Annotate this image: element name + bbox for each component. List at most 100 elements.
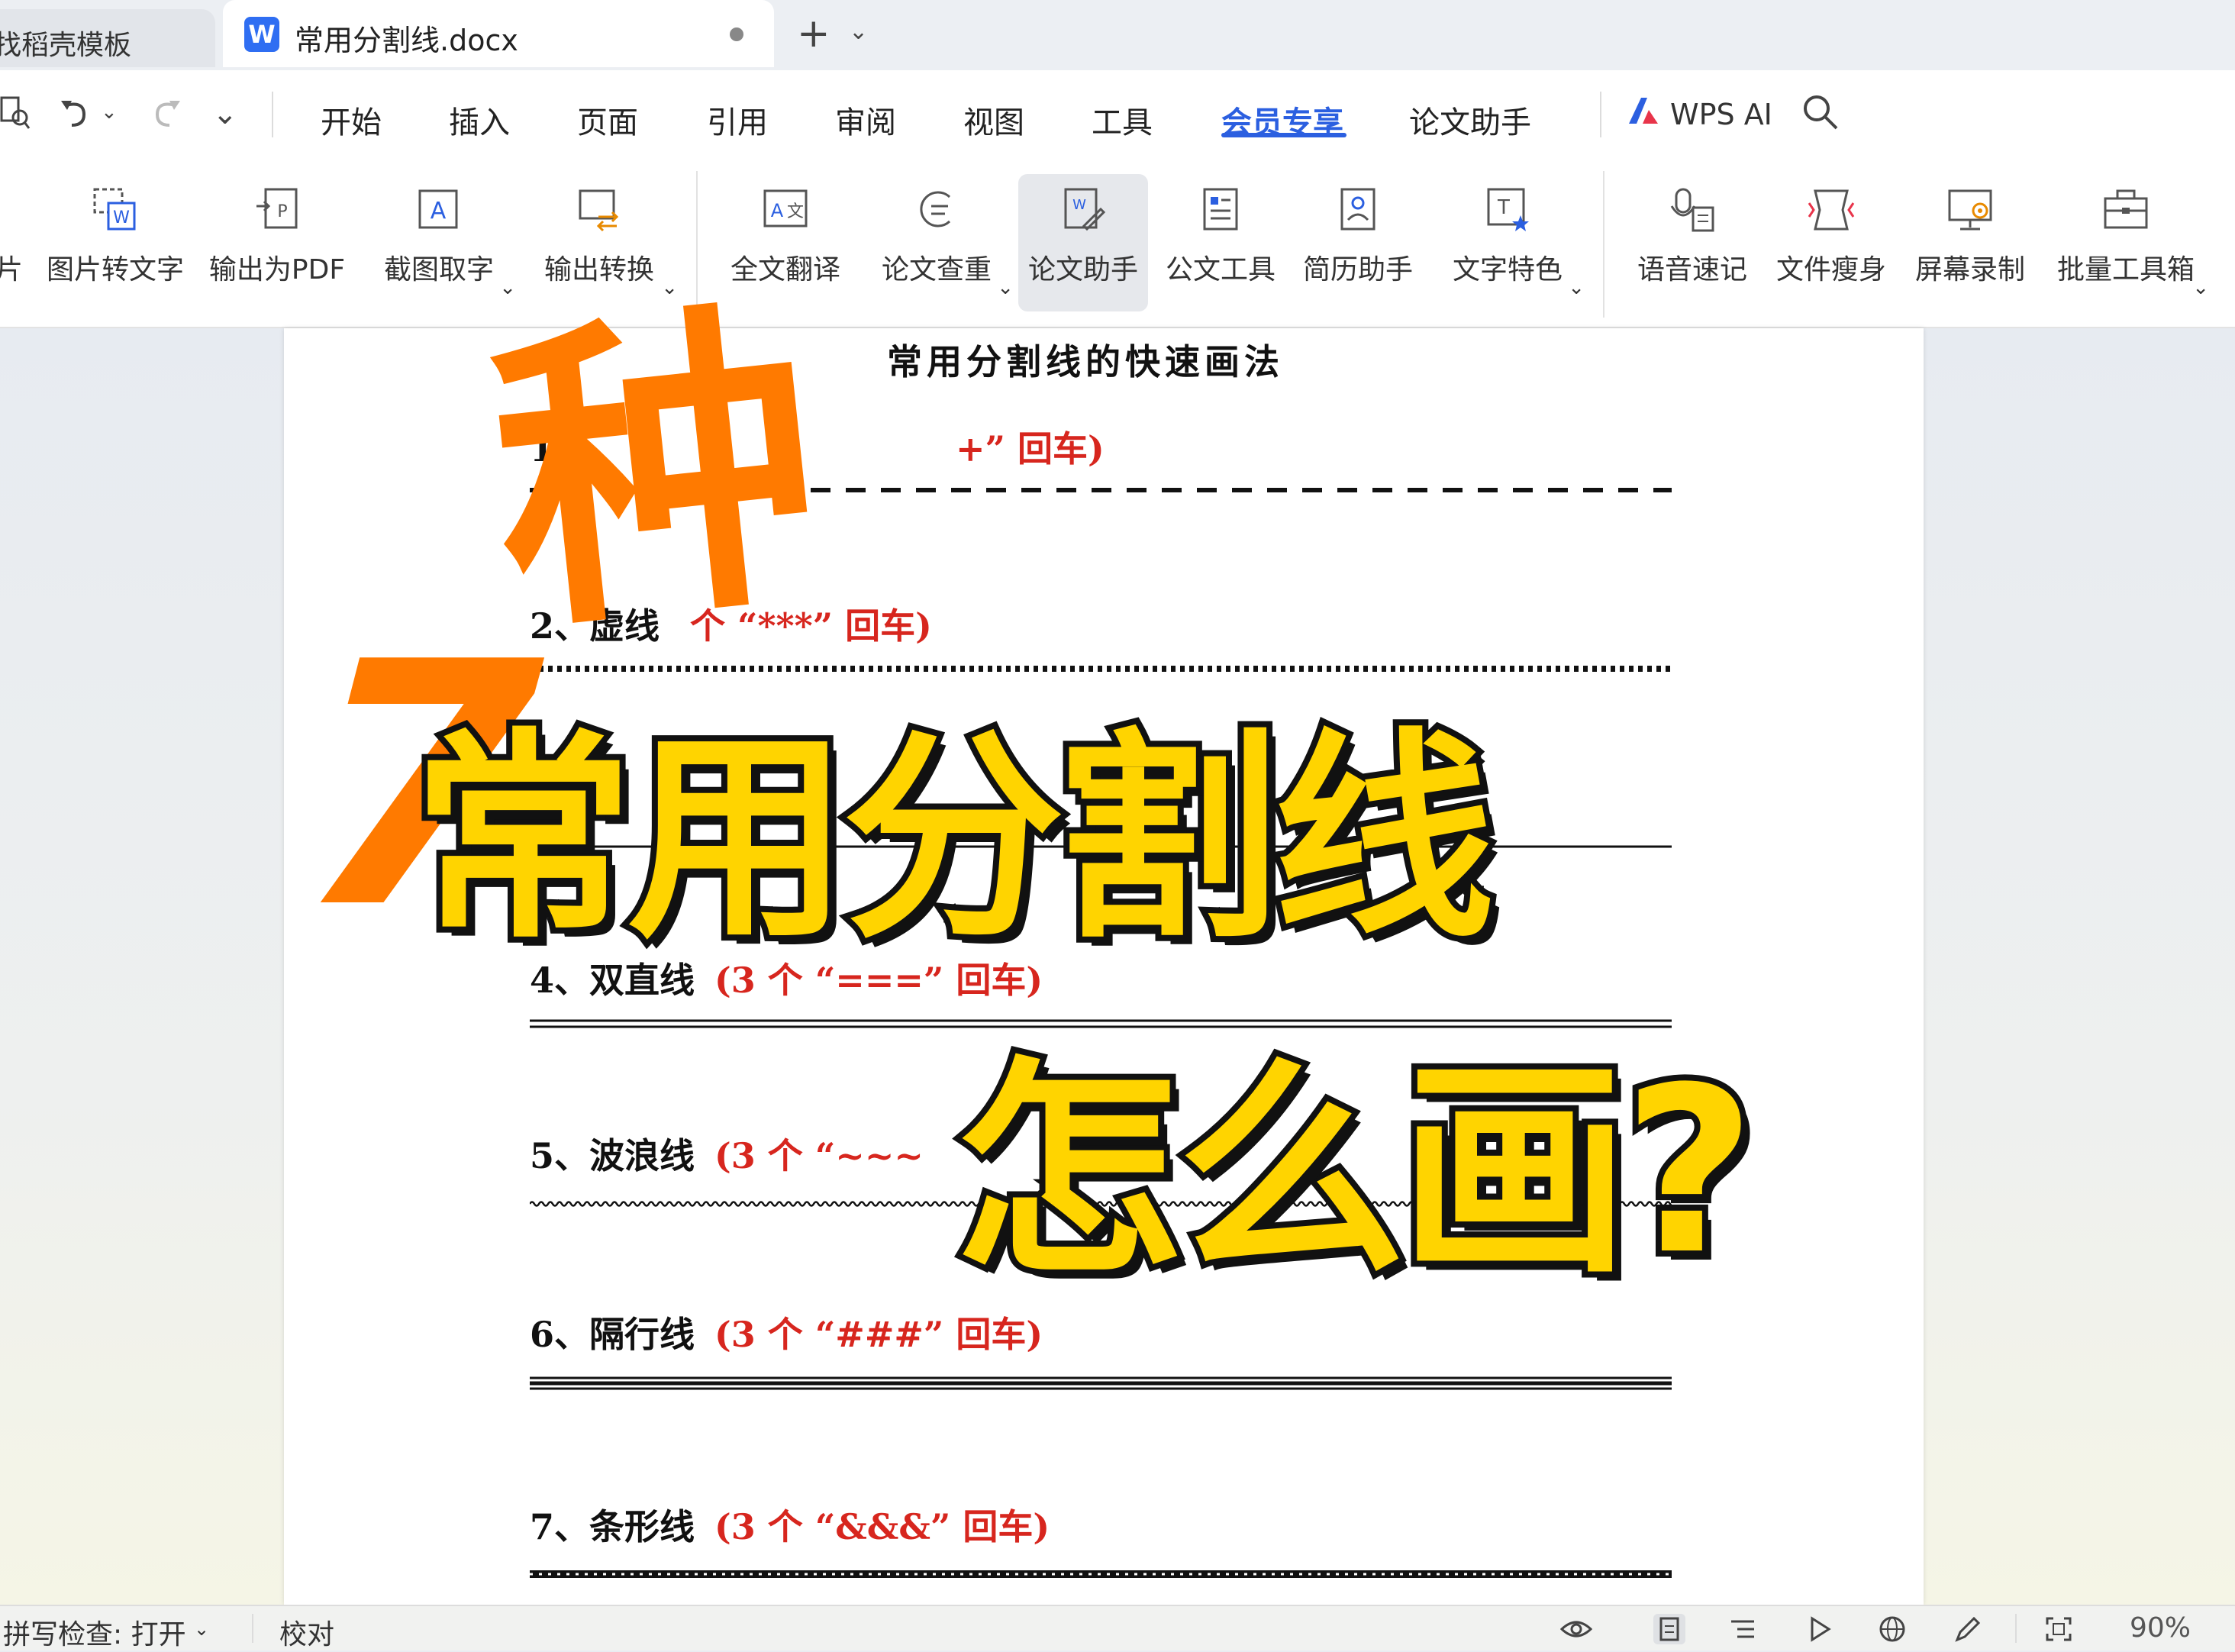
new-tab-chevron-down-icon[interactable]: ⌄ [849,18,868,45]
chevron-down-icon: ⌄ [1568,276,1585,299]
toolbox-icon [2104,189,2148,229]
list-item: 7、条形线 (3 个 “&&&” 回车) [530,1499,1050,1550]
ribbon-label: 截图取字 [383,254,494,286]
fit-screen-icon[interactable] [2043,1614,2075,1644]
tab-strip: 找稻壳模板 W 常用分割线.docx + ⌄ [0,0,2235,70]
ribbon-image-to-text[interactable]: W 图片转文字 [43,174,188,311]
ribbon-plagiarism-check[interactable]: 论文查重 ⌄ [864,174,1014,311]
ribbon-document-tool[interactable]: 公文工具 [1163,174,1278,311]
export-pdf-icon: P [256,188,298,229]
menu-page[interactable]: 页面 [577,98,638,142]
overlay-title-line1: 常用分割线 [406,711,1501,968]
tab-template[interactable]: 找稻壳模板 [0,9,215,67]
ribbon-picture[interactable]: 片 [0,174,24,311]
play-icon[interactable] [1803,1614,1835,1644]
new-tab-plus-icon[interactable]: + [797,11,830,56]
page-view-icon[interactable] [1653,1614,1685,1644]
double-line [530,1019,1672,1028]
ribbon-label: 片 [0,254,23,286]
item-hint: (3 个 “###” 回车) [714,1314,1043,1355]
ribbon-toolbox[interactable]: 批量工具箱 ⌄ [2046,174,2209,311]
item-hint: (3 个 “~~~ [714,1135,924,1176]
svg-text:W: W [1072,197,1086,213]
ribbon-label: 文字特色 [1452,254,1563,286]
menu-start[interactable]: 开始 [321,98,382,142]
ribbon-label: 输出为PDF [208,254,346,286]
chevron-down-icon: ⌄ [499,276,516,299]
word-doc-icon: W [244,17,279,52]
svg-text:T: T [1497,196,1510,219]
divider [1600,92,1601,137]
ribbon-label: 批量工具箱 [2056,254,2195,286]
menu-tools[interactable]: 工具 [1092,98,1153,142]
undo-icon[interactable] [58,95,92,128]
undo-chevron-down-icon[interactable]: ⌄ [101,101,118,124]
document-work-area[interactable]: 常用分割线的快速画法 1、 +” 回车) 2、虚线个 “***” 回车) 4、双直… [0,270,2235,1605]
ribbon-text-feature[interactable]: T 文字特色 ⌄ [1435,174,1585,311]
ribbon-label: 语音速记 [1637,254,1747,286]
item-number: 6、 [530,1314,590,1355]
ribbon-export-pdf[interactable]: P 输出为PDF [205,174,350,311]
screen-record-icon [1948,189,1992,231]
redo-icon[interactable] [150,95,183,128]
triple-line [530,1376,1672,1390]
outline-view-icon[interactable] [1727,1614,1759,1644]
search-icon[interactable] [1798,90,1844,136]
text-feature-icon: T [1487,188,1529,231]
picture-icon [0,183,24,237]
divider [252,1614,253,1643]
menu-references[interactable]: 引用 [707,98,768,142]
menu-bar: ⌄ ⌄ 开始 插入 页面 引用 审阅 视图 工具 会员专享 论文助手 WPS A… [0,70,2235,159]
spell-check-chevron-down-icon[interactable]: ⌄ [194,1618,209,1640]
tab-document-label: 常用分割线.docx [295,24,518,57]
item-name: 隔行线 [589,1314,695,1355]
dotted-line [530,666,1672,672]
menu-paper-assistant[interactable]: 论文助手 [1409,98,1531,142]
list-item: 6、隔行线 (3 个 “###” 回车) [530,1307,1043,1357]
ribbon-screenshot-ocr[interactable]: A 截图取字 ⌄ [366,174,516,311]
tab-document[interactable]: W 常用分割线.docx [223,0,774,67]
spell-check-toggle[interactable]: 拼写检查: 打开 [3,1612,186,1652]
print-preview-icon[interactable] [0,93,31,131]
overlay-kinds-text: 种 [477,270,836,676]
svg-text:文: 文 [787,202,804,221]
voice-note-icon [1670,188,1714,232]
ribbon-screen-record[interactable]: 屏幕录制 [1905,174,2035,311]
screenshot-ocr-icon: A [418,189,458,229]
divider [2015,1614,2017,1643]
menu-view[interactable]: 视图 [963,98,1024,142]
item-number: 7、 [530,1506,590,1547]
ribbon-label: 论文助手 [1027,254,1138,286]
paper-assistant-icon: W [1064,188,1106,231]
item-hint: (3 个 “&&&” 回车) [714,1506,1050,1547]
ribbon-paper-assistant[interactable]: W 论文助手 [1018,174,1148,311]
ribbon-voice-note[interactable]: 语音速记 [1627,174,1757,311]
image-to-text-icon: W [93,188,136,231]
ribbon-file-slim[interactable]: 文件瘦身 [1766,174,1896,311]
item-hint: +” 回车) [956,428,1105,469]
resume-icon [1340,188,1376,231]
ribbon-toolbar: 片 W 图片转文字 P 输出为PDF A 截图取字 ⌄ 输出转换 ⌄ A 文 全… [0,159,2235,328]
ribbon-label: 屏幕录制 [1914,254,2025,286]
more-chevron-down-icon[interactable]: ⌄ [212,96,238,131]
eye-icon[interactable] [1560,1614,1592,1644]
unsaved-dot-icon[interactable] [730,27,743,41]
pen-icon[interactable] [1951,1614,1983,1644]
plagiarism-check-icon [920,191,951,227]
proofread-button[interactable]: 校对 [279,1612,334,1652]
svg-text:A: A [771,200,784,221]
menu-insert[interactable]: 插入 [449,98,510,142]
list-item: 5、波浪线 (3 个 “~~~ [530,1128,924,1179]
item-name: 条形线 [589,1506,695,1547]
ribbon-label: 简历助手 [1302,254,1413,286]
wps-ai-label[interactable]: WPS AI [1670,98,1772,131]
menu-review[interactable]: 审阅 [835,98,896,142]
chevron-down-icon: ⌄ [2192,276,2209,299]
ribbon-resume[interactable]: 简历助手 [1301,174,1415,311]
ribbon-label: 公文工具 [1165,254,1276,286]
wps-ai-logo-icon[interactable] [1626,93,1661,128]
ribbon-label: 论文查重 [881,254,992,286]
svg-text:W: W [113,208,130,227]
zoom-level[interactable]: 90% [2130,1612,2191,1644]
globe-icon[interactable] [1876,1614,1908,1644]
